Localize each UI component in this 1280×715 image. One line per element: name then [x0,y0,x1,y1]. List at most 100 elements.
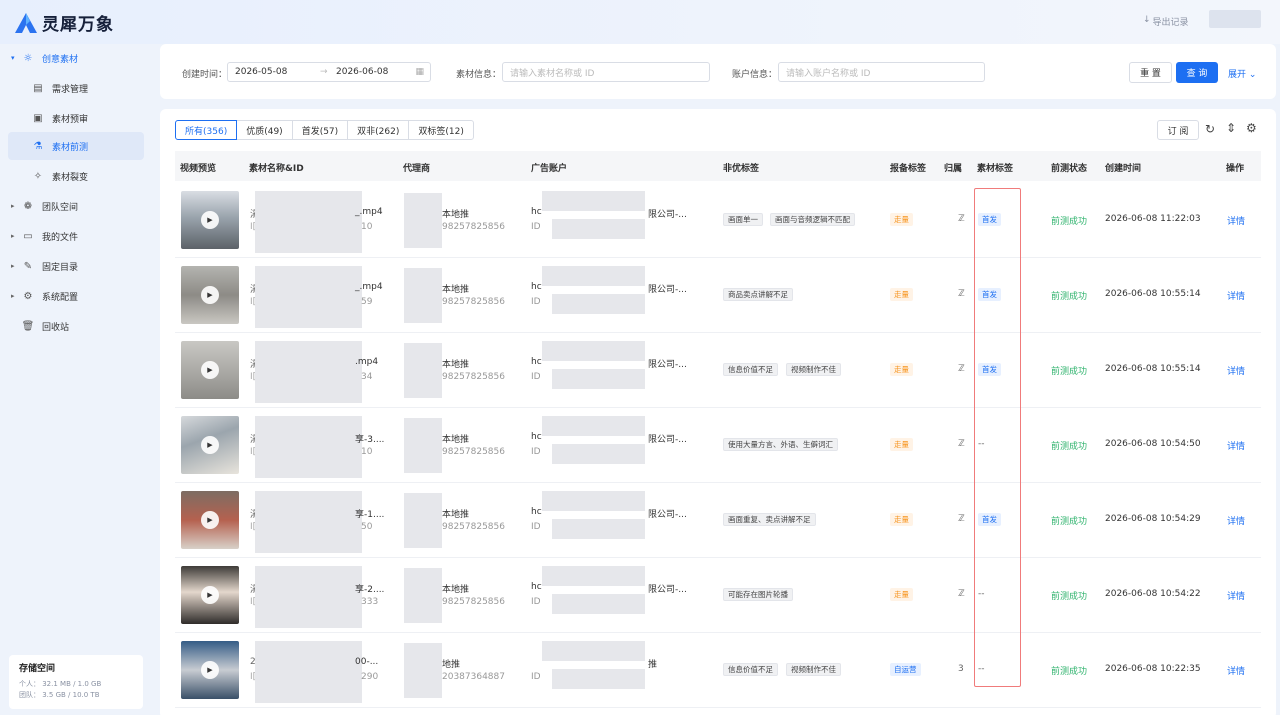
video-thumbnail[interactable]: ▶ [181,191,239,249]
query-button[interactable]: 查 询 [1176,62,1218,83]
pin-icon: ✎ [23,260,33,272]
caret-right-icon: ▸ [11,292,15,300]
refresh-icon[interactable]: ↻ [1205,122,1215,136]
tab-double-tag[interactable]: 双标签(12) [408,120,474,140]
date-from: 2026-05-08 [235,67,288,77]
sidebar-item-settings[interactable]: ▸ ⚙ 系统配置 [8,282,144,310]
sidebar-item-fission[interactable]: ✧ 素材裂变 [8,162,144,190]
detail-link[interactable]: 详情 [1227,664,1245,677]
created-time: 2026-06-08 10:54:29 [1105,514,1201,524]
play-icon[interactable]: ▶ [201,436,219,454]
sidebar-item-demand[interactable]: ▤ 需求管理 [8,74,144,102]
play-icon[interactable]: ▶ [201,586,219,604]
material-name[interactable]: 享-1.... [355,507,384,520]
report-tag: 走量 [890,513,913,526]
material-name[interactable]: _.mp4 [355,282,383,292]
storage-title: 存储空间 [19,664,56,674]
video-thumbnail[interactable]: ▶ [181,341,239,399]
material-id: 10 [361,222,373,232]
sidebar-item-pretest[interactable]: ⚗ 素材前测 [8,132,144,160]
reset-button[interactable]: 重 置 [1129,62,1172,83]
report-tag: 走量 [890,363,913,376]
col-name: 素材名称&ID [249,164,304,174]
created-time: 2026-06-08 10:54:50 [1105,439,1201,449]
material-search-input[interactable]: 请输入素材名称或 ID [502,62,710,82]
account-name-prefix: hc [531,207,542,217]
redacted-block [552,669,645,689]
pretest-status: 前测成功 [1051,592,1088,602]
detail-link[interactable]: 详情 [1227,214,1245,227]
sidebar-item-label: 系统配置 [42,292,79,303]
agent-id: 98257825856 [442,222,505,232]
sidebar-item-team[interactable]: ▸ ❁ 团队空间 [8,192,144,220]
caret-down-icon: ▾ [11,54,15,62]
sidebar-item-creative[interactable]: ▾ ☼ 创意素材 [8,44,144,72]
logo[interactable]: 灵犀万象 [14,10,114,35]
material-name[interactable]: .mp4 [355,357,378,367]
trash-icon: 🗑 [21,320,35,332]
caret-right-icon: ▸ [11,232,15,240]
date-range-picker[interactable]: 2026-05-08 → 2026-06-08 ▦ [227,62,431,82]
video-thumbnail[interactable]: ▶ [181,491,239,549]
tab-all[interactable]: 所有(356) [175,120,238,140]
table-row: ▶ 2 I[ 00-... 290 地推 20387364887 ID 推 信息… [175,633,1261,708]
material-id: 290 [361,672,379,682]
bulb-icon: ☼ [23,52,33,64]
detail-link[interactable]: 详情 [1227,589,1245,602]
detail-link[interactable]: 详情 [1227,514,1245,527]
play-icon[interactable]: ▶ [201,511,219,529]
expand-link[interactable]: 展开 ⌄ [1228,67,1256,80]
subscribe-button[interactable]: 订 阅 [1157,120,1199,140]
account-search-input[interactable]: 请输入账户名称或 ID [778,62,985,82]
created-time: 2026-06-08 10:22:35 [1105,664,1201,674]
material-name[interactable]: 享-3.... [355,432,384,445]
redacted-block [404,493,442,548]
sidebar-item-label: 需求管理 [52,84,89,95]
play-icon[interactable]: ▶ [201,661,219,679]
owner: ℤ [958,364,965,374]
created-time: 2026-06-08 10:55:14 [1105,289,1201,299]
material-id: 50 [361,522,373,532]
chevron-down-icon: ⌄ [1248,70,1257,80]
settings-icon[interactable]: ⚙ [1246,121,1257,135]
table-header: 视频预览 素材名称&ID 代理商 广告账户 非优标签 报备标签 归属 素材标签 … [175,151,1261,181]
tab-double-non[interactable]: 双非(262) [347,120,410,140]
video-thumbnail[interactable]: ▶ [181,416,239,474]
video-thumbnail[interactable]: ▶ [181,566,239,624]
nonpref-tag: 商品卖点讲解不足 [723,288,793,301]
material-name[interactable]: _.mp4 [355,207,383,217]
account-name-prefix: hc [531,282,542,292]
detail-link[interactable]: 详情 [1227,439,1245,452]
nonpref-tag: 画面单一 [723,213,763,226]
account-id-prefix: ID [531,297,541,307]
table-row: ▶ 湯 I[ 享-2.... 333 本地推 98257825856 hc ID… [175,558,1261,633]
detail-link[interactable]: 详情 [1227,289,1245,302]
agent-name: 本地推 [442,360,470,370]
material-name[interactable]: 享-2.... [355,582,384,595]
play-icon[interactable]: ▶ [201,361,219,379]
account-id-prefix: ID [531,522,541,532]
play-icon[interactable]: ▶ [201,286,219,304]
caret-right-icon: ▸ [11,262,15,270]
video-thumbnail[interactable]: ▶ [181,266,239,324]
material-id: 59 [361,297,373,307]
agent-name: 本地推 [442,585,470,595]
column-height-icon[interactable]: ⇕ [1226,121,1236,135]
play-icon[interactable]: ▶ [201,211,219,229]
account-name-prefix: hc [531,432,542,442]
sidebar-item-pinned[interactable]: ▸ ✎ 固定目录 [8,252,144,280]
material-name[interactable]: 00-... [355,657,378,667]
sidebar-item-label: 素材预审 [52,114,89,125]
agent-id: 98257825856 [442,372,505,382]
tab-quality[interactable]: 优质(49) [236,120,293,140]
sidebar-item-review[interactable]: ▣ 素材预审 [8,104,144,132]
export-records-link[interactable]: ↓ 导出记录 [1143,15,1189,28]
tab-first[interactable]: 首发(57) [291,120,349,140]
avatar[interactable] [1209,10,1261,28]
account-info-label: 账户信息： [732,70,778,80]
sidebar-item-files[interactable]: ▸ ▭ 我的文件 [8,222,144,250]
sidebar-item-trash[interactable]: 🗑 回收站 [8,312,144,340]
video-thumbnail[interactable]: ▶ [181,641,239,699]
account-id-prefix: ID [531,447,541,457]
detail-link[interactable]: 详情 [1227,364,1245,377]
